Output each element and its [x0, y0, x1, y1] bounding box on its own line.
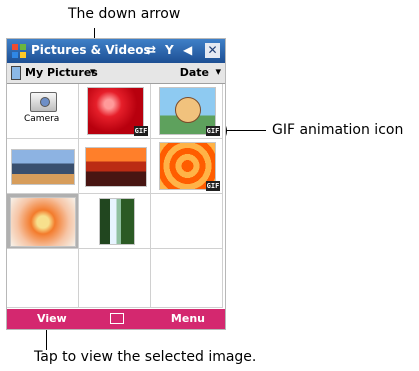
- empty-thumbnail-cell-bottom-right: [151, 249, 223, 308]
- thumbnail-cartoon[interactable]: GIF: [151, 84, 223, 139]
- camera-label: Camera: [24, 114, 60, 124]
- waterfall-image: [99, 198, 135, 245]
- thumbnail-lake[interactable]: [7, 139, 79, 194]
- close-button[interactable]: ✕: [205, 43, 220, 58]
- sort-dropdown[interactable]: Date: [180, 66, 209, 79]
- empty-thumbnail-cell-bottom-middle: [79, 249, 151, 308]
- gif-animation-icon-orange: GIF: [206, 181, 220, 191]
- thumbnail-camera[interactable]: Camera: [7, 84, 79, 139]
- thumbnail-circles[interactable]: GIF: [151, 139, 223, 194]
- folder-dropdown[interactable]: My Pictures: [25, 66, 98, 79]
- empty-thumbnail-cell: [151, 194, 223, 249]
- thumbnail-flower-selected[interactable]: [7, 194, 79, 249]
- keyboard-icon[interactable]: [110, 313, 124, 324]
- lake-image: [11, 149, 75, 185]
- title-bar: Pictures & Videos ⇄ Y ◀ ✕: [7, 39, 225, 63]
- callout-line-gif-icon: [224, 130, 266, 131]
- camera-icon: [30, 92, 57, 112]
- callout-gif-animation-icon: GIF animation icon: [272, 122, 404, 138]
- thumbnail-waterfall[interactable]: [79, 194, 151, 249]
- thumbnail-grid: Camera GIF GIF GIF: [7, 84, 225, 308]
- camera-lens: [40, 97, 50, 107]
- folder-bar: My Pictures ▾ Date ▾: [7, 63, 225, 84]
- cartoon-face: [175, 97, 201, 123]
- sync-icon[interactable]: ⇄: [146, 43, 156, 57]
- sunset-image: [85, 147, 147, 187]
- menu-soft-key[interactable]: Menu: [171, 312, 205, 325]
- volume-icon[interactable]: ◀: [183, 43, 192, 57]
- view-soft-key[interactable]: View: [37, 312, 67, 325]
- window-title: Pictures & Videos: [31, 43, 151, 57]
- soft-key-menu-bar: View Menu: [7, 309, 225, 329]
- thumbnail-heart[interactable]: GIF: [79, 84, 151, 139]
- thumbnail-sunset[interactable]: [79, 139, 151, 194]
- device-icon: [11, 66, 21, 80]
- signal-icon[interactable]: Y: [165, 43, 174, 57]
- pocket-pc-screen: Pictures & Videos ⇄ Y ◀ ✕ My Pictures ▾ …: [6, 38, 226, 330]
- gif-animation-icon: GIF: [134, 126, 148, 136]
- gif-animation-icon-selected: GIF: [206, 126, 220, 136]
- callout-tap-to-view: Tap to view the selected image.: [34, 349, 257, 365]
- windows-start-icon[interactable]: [11, 43, 27, 59]
- chevron-down-icon[interactable]: ▾: [90, 65, 96, 78]
- callout-down-arrow: The down arrow: [68, 6, 181, 22]
- flower-image: [10, 197, 76, 247]
- empty-thumbnail-cell-bottom-left: [7, 249, 79, 308]
- sort-chevron-down-icon[interactable]: ▾: [215, 65, 221, 78]
